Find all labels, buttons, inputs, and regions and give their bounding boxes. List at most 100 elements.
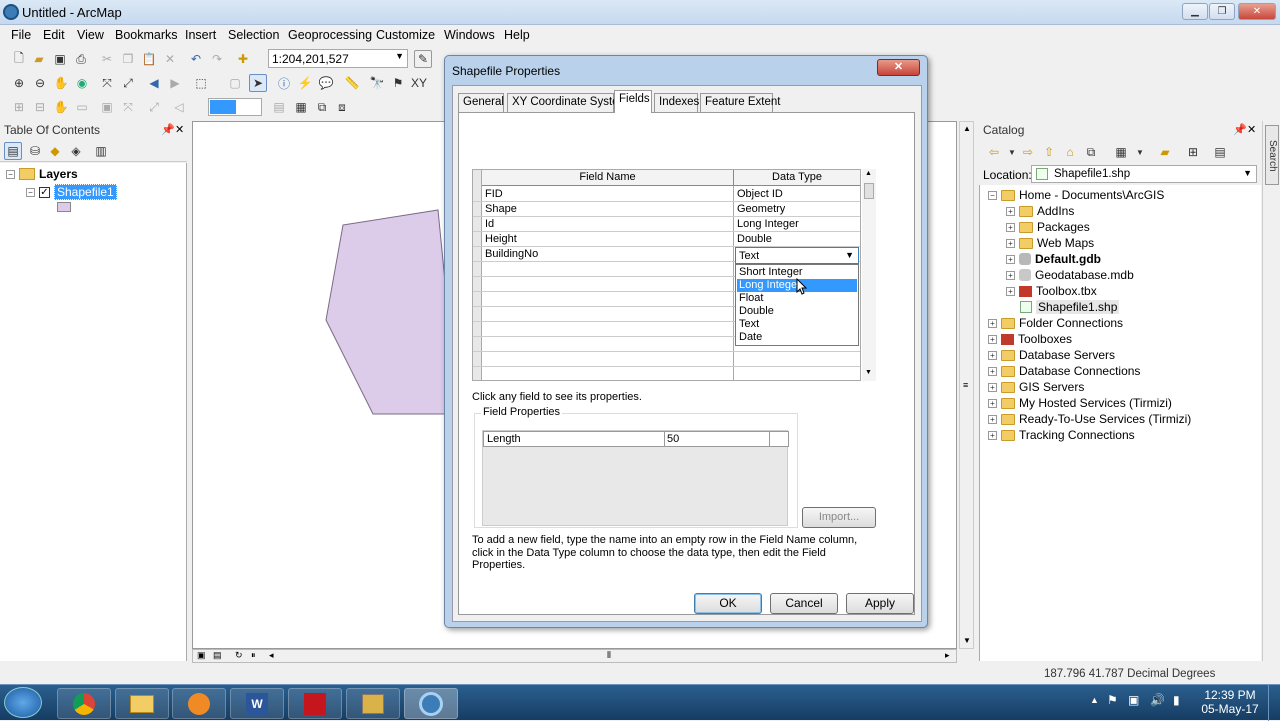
catalog-item-packages[interactable]: + Packages [1006,220,1090,234]
zoom-100-icon[interactable]: ▣ [98,98,116,116]
pin-icon[interactable]: 📌 [161,123,175,136]
action-center-icon[interactable]: ⚑ [1107,693,1118,707]
search-tab-label[interactable]: Search [1265,125,1279,185]
word-taskbar-button[interactable]: W [230,688,284,719]
data-view-icon[interactable]: ▣ [197,650,206,661]
map-vertical-scrollbar[interactable]: ▲ ≡ ▼ [959,121,974,649]
maximize-button[interactable]: ❐ [1209,3,1235,20]
data-type-cell[interactable]: Geometry [737,203,785,215]
select-elements-icon[interactable]: ➤ [249,74,267,92]
menu-help[interactable]: Help [504,28,530,42]
acrobat-taskbar-button[interactable] [288,688,342,719]
layout-zoom-in-icon[interactable]: ⊞ [10,98,28,116]
field-name-cell[interactable]: Height [485,233,517,245]
pan-icon[interactable]: ✋ [52,74,70,92]
clear-selection-icon[interactable]: ▢ [226,74,244,92]
tab-fields[interactable]: Fields [614,90,652,113]
zoom-in-icon[interactable]: ⊕ [10,74,28,92]
field-name-cell[interactable]: Shape [485,203,517,215]
back-icon[interactable]: ⇦ [985,143,1003,161]
redo-icon[interactable]: ↷ [208,50,226,68]
field-name-cell[interactable]: Id [485,218,494,230]
layout-view-icon[interactable]: ▤ [213,650,222,661]
property-value[interactable]: 50 [667,433,679,445]
catalog-item-toolbox[interactable]: + Toolbox.tbx [1006,284,1097,298]
expand-icon[interactable]: + [1006,254,1015,264]
scroll-thumb-icon[interactable]: ⦀ [607,650,611,661]
dialog-close-button[interactable]: ✕ [877,59,920,76]
delete-icon[interactable]: ✕ [161,50,179,68]
add-data-icon[interactable]: ✚ [234,50,252,68]
catalog-item-geodatabase-mdb[interactable]: + Geodatabase.mdb [1006,268,1134,282]
toggle-draft-mode-icon[interactable]: ▤ [270,98,288,116]
connect-folder-icon[interactable]: ⧉ [1082,143,1100,161]
menu-view[interactable]: View [77,28,104,42]
layer-symbol-swatch[interactable] [57,202,71,212]
scroll-left-icon[interactable]: ◂ [269,650,274,661]
arcmap-taskbar-button[interactable] [404,688,458,719]
measure-icon[interactable]: 📏 [343,74,361,92]
catalog-item-tracking-connections[interactable]: + Tracking Connections [988,428,1135,442]
cut-icon[interactable]: ✂ [98,50,116,68]
scroll-down-icon[interactable]: ▼ [963,636,971,645]
show-desktop-button[interactable] [1268,685,1280,721]
data-type-cell[interactable]: Long Integer [737,218,799,230]
show-hidden-icons-icon[interactable]: ▲ [1090,695,1099,705]
zoom-whole-page-icon[interactable]: ▭ [73,98,91,116]
zoom-out-icon[interactable]: ⊖ [31,74,49,92]
copy-icon[interactable]: ❐ [119,50,137,68]
layout-zoom-select[interactable] [208,98,262,116]
tab-feature-extent[interactable]: Feature Extent [700,93,780,112]
chrome-taskbar-button[interactable] [57,688,111,719]
menu-edit[interactable]: Edit [43,28,65,42]
select-features-icon[interactable]: ⬚ [192,74,210,92]
catalog-item-ready-to-use-services[interactable]: + Ready-To-Use Services (Tirmizi) [988,412,1191,426]
layout-zoom-out-icon[interactable]: ⊟ [31,98,49,116]
identify-icon[interactable]: ⓘ [275,74,293,92]
catalog-item-addins[interactable]: + AddIns [1006,204,1074,218]
dropdown-option[interactable]: Double [737,305,857,317]
focus-data-frame-icon[interactable]: ▦ [292,98,310,116]
tab-general[interactable]: General [458,93,504,112]
full-extent-icon[interactable]: ◉ [73,74,91,92]
catalog-item-toolboxes[interactable]: + Toolboxes [988,332,1072,346]
view-dropdown-icon[interactable]: ▼ [1131,143,1149,161]
field-name-cell[interactable]: FID [485,188,503,200]
start-button[interactable] [4,687,42,718]
menu-bookmarks[interactable]: Bookmarks [115,28,178,42]
catalog-options-icon[interactable]: ▤ [1211,143,1229,161]
scroll-thumb-vertical-icon[interactable]: ≡ [963,380,968,390]
ok-button[interactable]: OK [694,593,762,614]
network-icon[interactable]: ▣ [1128,693,1139,707]
import-button[interactable]: Import... [802,507,876,528]
list-by-source-icon[interactable]: ⛁ [26,142,44,160]
signal-icon[interactable]: ▮ [1173,693,1180,707]
list-by-visibility-icon[interactable]: ◆ [46,142,64,160]
forward-extent-icon[interactable]: ▶ [166,74,184,92]
cancel-button[interactable]: Cancel [770,593,838,614]
fixed-zoom-in-icon[interactable]: ⤧ [98,74,116,92]
expand-icon[interactable]: + [988,350,997,360]
data-type-cell[interactable]: Double [737,233,772,245]
hyperlink-icon[interactable]: ⚡ [296,74,314,92]
expand-icon[interactable]: + [1006,222,1015,232]
menu-selection[interactable]: Selection [228,28,279,42]
new-document-icon[interactable]: 🗋 [10,50,28,68]
scroll-down-icon[interactable]: ▼ [865,369,872,376]
data-driven-pages-icon[interactable]: ⧈ [333,98,351,116]
expand-icon[interactable]: + [988,430,997,440]
refresh-icon[interactable]: ↻ [235,650,243,661]
menu-insert[interactable]: Insert [185,28,216,42]
save-icon[interactable]: ▣ [51,50,69,68]
open-folder-icon[interactable]: ▰ [30,50,48,68]
tab-indexes[interactable]: Indexes [654,93,699,112]
minimize-button[interactable]: ▁ [1182,3,1208,20]
tab-xy-coordinate-system[interactable]: XY Coordinate System [507,93,628,112]
close-button[interactable]: ✕ [1238,3,1276,20]
menu-file[interactable]: File [11,28,31,42]
expand-icon[interactable]: + [988,414,997,424]
find-route-icon[interactable]: ⚑ [389,74,407,92]
catalog-item-folder-connections[interactable]: + Folder Connections [988,316,1123,330]
tree-view-icon[interactable]: ⊞ [1184,143,1202,161]
list-by-selection-icon[interactable]: ◈ [67,142,85,160]
